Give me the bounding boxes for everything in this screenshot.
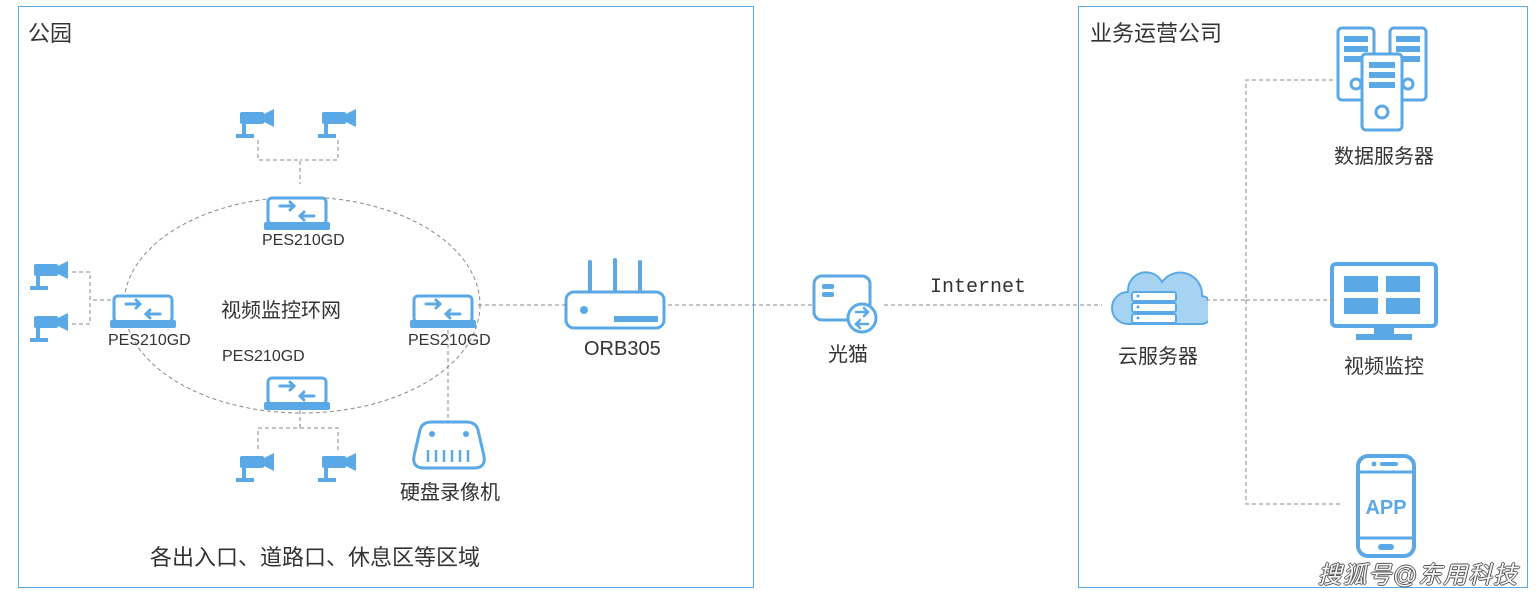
- camera-icon: [28, 310, 72, 344]
- ops-title: 业务运营公司: [1090, 16, 1222, 48]
- modem-icon: [810, 272, 888, 336]
- cloud-server-icon: [1098, 262, 1208, 340]
- router-icon: [560, 258, 670, 336]
- router-label: ORB305: [584, 338, 661, 361]
- cloud-server-label: 云服务器: [1118, 340, 1198, 369]
- data-servers-label: 数据服务器: [1334, 140, 1434, 169]
- switch-right: [408, 282, 478, 330]
- conn-line: [668, 300, 812, 310]
- nvr-label: 硬盘录像机: [400, 476, 500, 505]
- park-footer: 各出入口、道路口、休息区等区域: [150, 540, 480, 572]
- switch-left: [108, 282, 178, 330]
- switch-top-label: PES210GD: [262, 232, 345, 250]
- conn-line: [884, 300, 1102, 310]
- conn-line: [444, 330, 454, 422]
- switch-left-label: PES210GD: [108, 332, 191, 350]
- video-monitor-icon: [1326, 258, 1442, 348]
- conn-line: [240, 408, 360, 458]
- watermark: 搜狐号@东用科技: [1318, 555, 1518, 590]
- app-phone-icon: APP: [1350, 452, 1422, 560]
- conn-line: [478, 300, 568, 310]
- park-title: 公园: [28, 16, 72, 48]
- switch-bottom-label: PES210GD: [222, 348, 305, 366]
- modem-label: 光猫: [828, 338, 868, 367]
- nvr-icon: [410, 420, 488, 472]
- internet-label: Internet: [930, 276, 1026, 299]
- conn-line: [240, 134, 360, 194]
- switch-bottom: [262, 364, 332, 412]
- svg-text:APP: APP: [1365, 497, 1406, 519]
- conn-line: [1202, 60, 1342, 520]
- conn-line: [68, 266, 118, 336]
- camera-icon: [28, 258, 72, 292]
- video-monitor-label: 视频监控: [1344, 350, 1424, 379]
- ring-network-label: 视频监控环网: [221, 294, 341, 323]
